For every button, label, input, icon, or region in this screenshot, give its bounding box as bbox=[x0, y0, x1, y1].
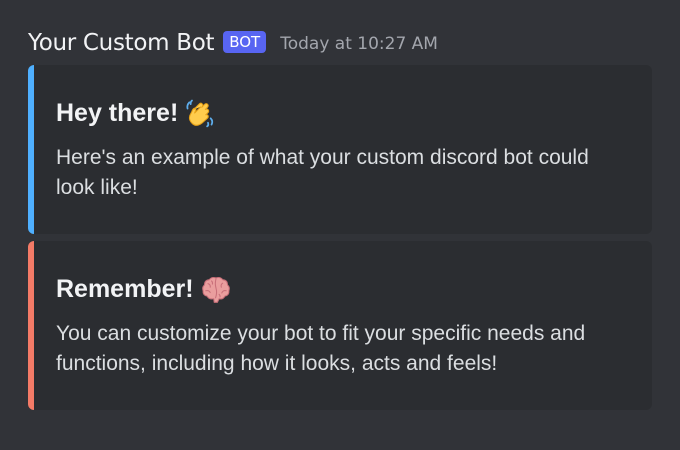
embed-greeting: Hey there! Here's an example of what you… bbox=[28, 65, 652, 234]
embed-description: Here's an example of what your custom di… bbox=[56, 146, 589, 199]
embed-color-bar bbox=[28, 65, 34, 234]
message-timestamp[interactable]: Today at 10:27 AM bbox=[280, 29, 438, 59]
message-header: Your Custom Bot BOT Today at 10:27 AM bbox=[28, 28, 438, 58]
embed-title: Hey there! bbox=[56, 97, 216, 129]
embed-title-text: Remember! bbox=[56, 275, 194, 303]
embed-color-bar bbox=[28, 241, 34, 410]
embed-description: You can customize your bot to fit your s… bbox=[56, 322, 586, 375]
chat-message: Your Custom Bot BOT Today at 10:27 AM He… bbox=[0, 0, 680, 450]
username[interactable]: Your Custom Bot bbox=[28, 28, 215, 58]
waving-hand-icon bbox=[186, 99, 214, 128]
embed-title: Remember! bbox=[56, 273, 232, 305]
bot-badge: BOT bbox=[223, 31, 267, 53]
brain-icon bbox=[201, 276, 230, 303]
embed-title-text: Hey there! bbox=[56, 99, 179, 127]
embed-reminder: Remember! You can customize your bot to … bbox=[28, 241, 652, 410]
